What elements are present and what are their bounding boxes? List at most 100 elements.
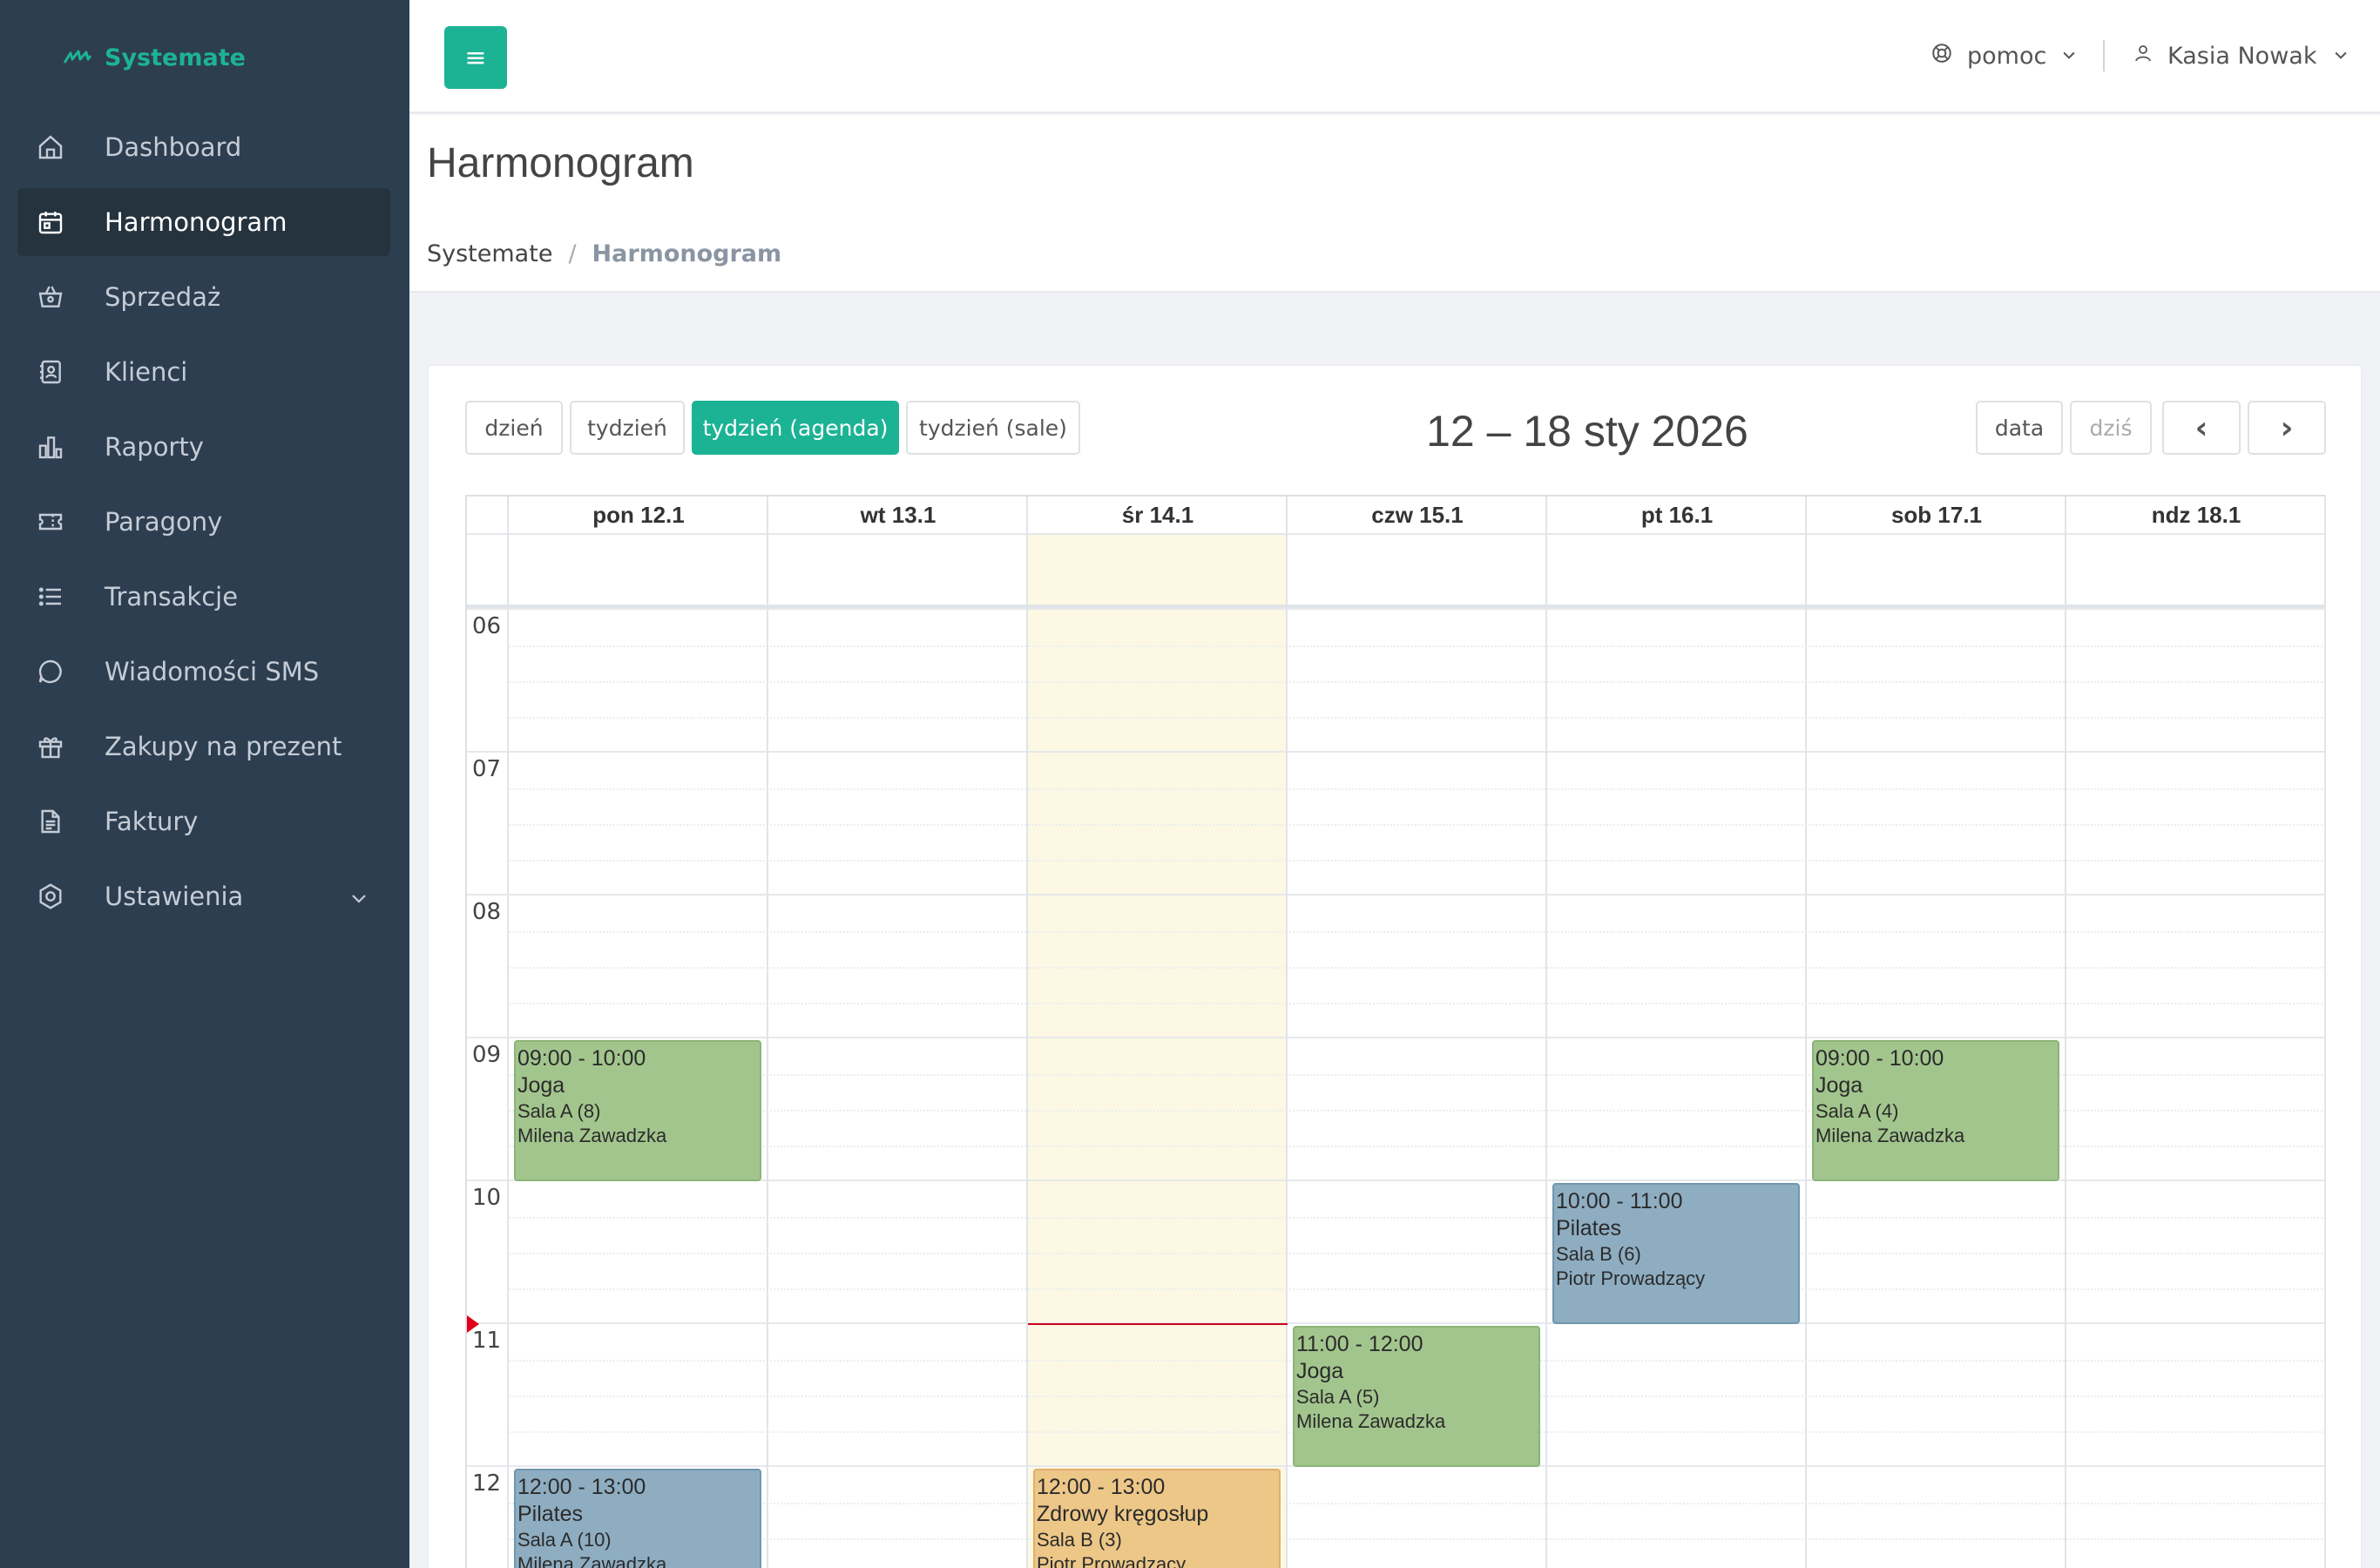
hour-label: 12 [472,1470,502,1497]
today-column-highlight [1028,533,1288,1568]
sidebar-item-transakcje[interactable]: Transakcje [17,563,390,631]
user-icon [2133,43,2153,70]
hour-line [467,1322,2326,1324]
view-week-button[interactable]: tydzień [570,401,685,455]
day-column-line [1026,497,1028,1568]
day-column-line [1805,497,1807,1568]
prev-week-button[interactable]: ‹ [2162,401,2241,455]
sidebar-item-sprzedaz[interactable]: Sprzedaż [17,263,390,331]
event-instructor: Milena Zawadzka [517,1125,667,1146]
view-week-rooms-button[interactable]: tydzień (sale) [906,401,1080,455]
calendar-event[interactable]: 12:00 - 13:00 Pilates Sala A (10) Milena Za… [514,1469,761,1568]
day-column-line [2324,497,2326,1568]
brand-name: Systemate [105,44,246,71]
day-column-line [767,497,768,1568]
quarter-hour-line [509,717,2326,719]
event-room: Sala A (5) [1296,1386,1380,1408]
chevron-down-icon[interactable] [348,885,369,915]
event-title: Pilates [517,1502,584,1526]
calendar-event[interactable]: 09:00 - 10:00 Joga Sala A (4) Milena Zawadz… [1812,1040,2059,1181]
hour-label: 07 [472,756,502,782]
today-button[interactable]: dziś [2070,401,2152,455]
quarter-hour-line [509,1503,2326,1504]
sidebar-item-label: Wiadomości SMS [105,657,320,686]
sidebar-item-label: Raporty [105,432,204,462]
event-title: Joga [1815,1073,1863,1098]
day-header: czw 15.1 [1371,501,1464,528]
calendar-event[interactable]: 10:00 - 11:00 Pilates Sala B (6) Piotr Prow… [1552,1183,1800,1324]
hamburger-icon: ≡ [464,42,487,73]
event-room: Sala A (8) [517,1100,601,1122]
event-time: 09:00 - 10:00 [517,1046,646,1071]
hour-line [467,1037,2326,1038]
calendar-event[interactable]: 12:00 - 13:00 Zdrowy kręgosłup Sala B (3) P… [1033,1469,1281,1568]
hour-line [467,894,2326,896]
header-bottom-line [467,533,2326,535]
help-label: pomoc [1967,42,2047,70]
sidebar-item-dashboard[interactable]: Dashboard [17,113,390,181]
calendar-event[interactable]: 09:00 - 10:00 Joga Sala A (8) Milena Zawadz… [514,1040,761,1181]
sidebar-item-zakupy-na-prezent[interactable]: Zakupy na prezent [17,713,390,781]
chat-icon [35,656,66,687]
sidebar-nav: Dashboard Harmonogram Sprzedaż Klienci R… [17,113,390,937]
brand-logo[interactable]: Systemate [63,42,246,73]
sidebar-item-harmonogram[interactable]: Harmonogram [17,188,390,256]
week-calendar-grid: pon 12.1 wt 13.1 śr 14.1 czw 15.1 pt 16.1 sob… [465,495,2326,1568]
user-menu[interactable]: Kasia Nowak [2133,37,2350,75]
day-header: pt 16.1 [1640,501,1714,528]
next-week-button[interactable]: › [2248,401,2326,455]
quarter-hour-line [509,1217,2326,1219]
view-week-agenda-button[interactable]: tydzień (agenda) [692,401,899,455]
event-room: Sala A (10) [517,1529,612,1551]
quarter-hour-line [509,1003,2326,1004]
lifebuoy-icon [1930,42,1953,71]
hour-label: 06 [472,613,502,639]
topbar: ≡ pomoc Kasia Nowak [409,0,2380,113]
sidebar-item-label: Transakcje [105,582,239,612]
calendar-event[interactable]: 11:00 - 12:00 Joga Sala A (5) Milena Zawadz… [1293,1326,1540,1467]
day-column-line [507,497,509,1568]
event-title: Zdrowy kręgosłup [1037,1502,1209,1526]
divider [2103,40,2105,71]
event-time: 12:00 - 13:00 [1037,1475,1166,1499]
settings-icon [35,881,66,912]
menu-toggle-button[interactable]: ≡ [444,26,507,89]
date-range-title: 12 – 18 sty 2026 [1426,407,1748,456]
hour-label: 09 [472,1042,502,1068]
sidebar-item-raporty[interactable]: Raporty [17,413,390,481]
logo-icon [63,50,92,64]
event-instructor: Milena Zawadzka [1296,1410,1446,1432]
sidebar-item-label: Paragony [105,507,223,537]
sidebar: Systemate Dashboard Harmonogram Sprzedaż… [0,0,409,1568]
sidebar-item-paragony[interactable]: Paragony [17,488,390,556]
view-day-button[interactable]: dzień [465,401,563,455]
help-menu[interactable]: pomoc [1930,37,2078,75]
sidebar-item-klienci[interactable]: Klienci [17,338,390,406]
sidebar-item-ustawienia[interactable]: Ustawienia [17,862,390,930]
sidebar-item-faktury[interactable]: Faktury [17,787,390,855]
breadcrumb: Systemate / Harmonogram [427,240,781,267]
current-time-line [1028,1323,1288,1325]
event-time: 09:00 - 10:00 [1815,1046,1944,1071]
calendar-card: dzień tydzień tydzień (agenda) tydzień (… [427,364,2363,1568]
ticket-icon [35,506,66,537]
event-title: Joga [1296,1359,1344,1383]
event-instructor: Piotr Prowadzący [1037,1553,1187,1568]
hour-label: 10 [472,1185,502,1211]
chevron-down-icon [2332,43,2350,70]
sidebar-item-label: Klienci [105,357,188,387]
sidebar-item-wiadomosci-sms[interactable]: Wiadomości SMS [17,638,390,706]
event-time: 11:00 - 12:00 [1296,1332,1423,1356]
quarter-hour-line [509,824,2326,826]
event-title: Pilates [1556,1216,1622,1240]
sidebar-item-label: Dashboard [105,132,242,162]
quarter-hour-line [509,681,2326,683]
calendar-icon [35,206,66,238]
hour-line [467,751,2326,753]
event-time: 10:00 - 11:00 [1556,1189,1683,1213]
bar-chart-icon [35,431,66,463]
pick-date-button[interactable]: data [1976,401,2063,455]
chevron-down-icon [2060,43,2078,70]
breadcrumb-link-home[interactable]: Systemate [427,240,552,267]
day-column-line [1286,497,1288,1568]
